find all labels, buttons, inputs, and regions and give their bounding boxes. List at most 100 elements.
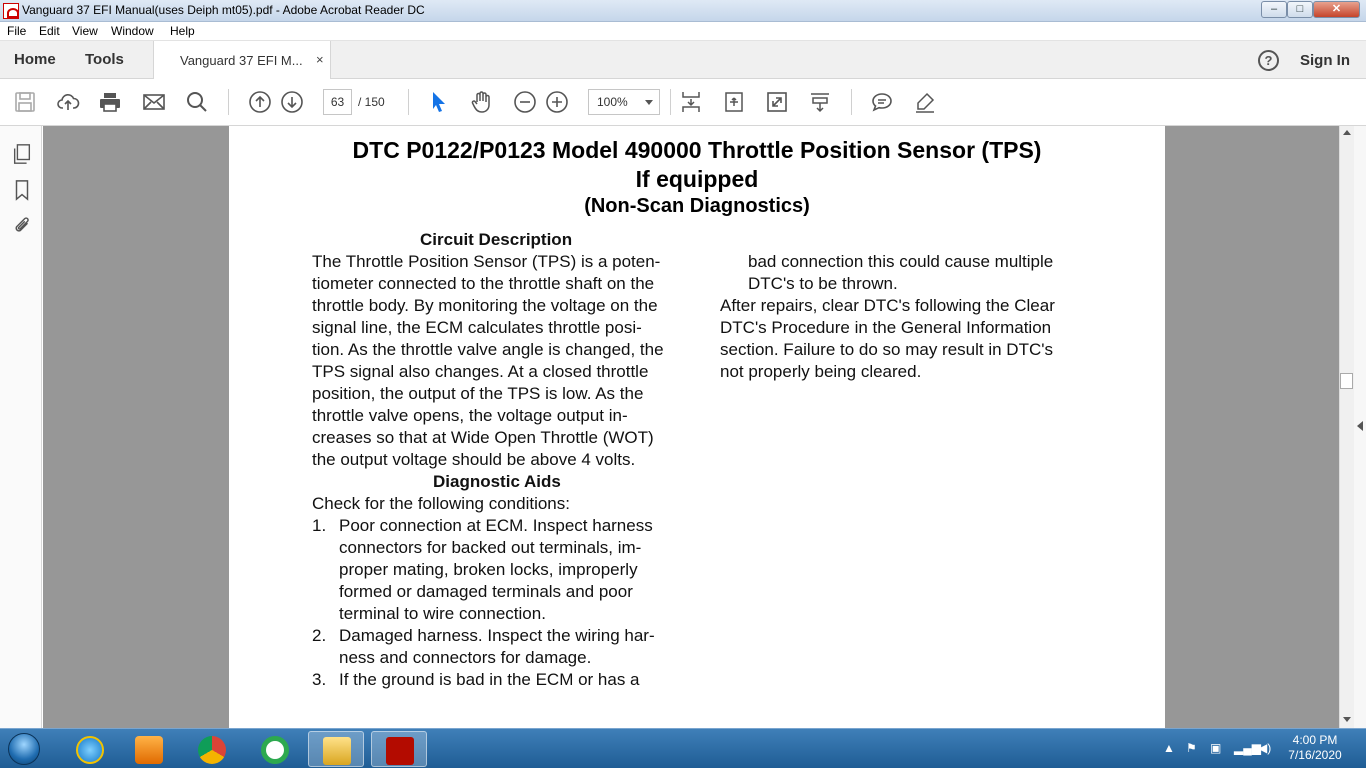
tab-tools[interactable]: Tools — [85, 51, 124, 68]
text-line: DTC's Procedure in the General Informati… — [720, 318, 1052, 337]
show-hidden-icons-icon[interactable]: ▲ — [1163, 741, 1175, 755]
title-bar: Vanguard 37 EFI Manual(uses Deiph mt05).… — [0, 0, 1366, 22]
zoom-out-icon[interactable] — [513, 90, 537, 114]
close-window-button[interactable]: ✕ — [1313, 1, 1360, 18]
right-pane-toggle[interactable] — [1354, 126, 1366, 728]
vertical-scrollbar[interactable] — [1339, 126, 1354, 728]
window-title: Vanguard 37 EFI Manual(uses Deiph mt05).… — [22, 3, 425, 17]
text-line: the output voltage should be above 4 vol… — [312, 450, 636, 469]
section-heading: Diagnostic Aids — [433, 472, 561, 491]
close-tab-icon[interactable]: × — [316, 52, 324, 67]
select-cursor-icon[interactable] — [427, 90, 451, 114]
list-item-line: If the ground is bad in the ECM or has a — [339, 670, 640, 689]
scroll-mode-icon[interactable] — [808, 90, 832, 114]
scroll-down-icon[interactable] — [1343, 717, 1351, 722]
hand-tool-icon[interactable] — [470, 90, 494, 114]
text-line: The Throttle Position Sensor (TPS) is a … — [312, 252, 661, 271]
attachments-icon[interactable] — [11, 215, 33, 237]
page-subtitle-2: (Non-Scan Diagnostics) — [584, 195, 810, 217]
text-line: TPS signal also changes. At a closed thr… — [312, 362, 649, 381]
fit-page-icon[interactable] — [679, 90, 703, 114]
list-number: 1. — [312, 516, 327, 535]
menu-file[interactable]: File — [7, 24, 26, 38]
bookmarks-icon[interactable] — [11, 179, 33, 201]
clock-time: 4:00 PM — [1292, 733, 1338, 747]
list-item-line: Poor connection at ECM. Inspect harness — [339, 516, 653, 535]
chat-app-icon — [261, 736, 289, 764]
acrobat-icon — [3, 3, 19, 19]
document-tab-label: Vanguard 37 EFI M... — [180, 53, 303, 68]
text-line: Check for the following conditions: — [312, 494, 570, 513]
list-item-line: proper mating, broken locks, improperly — [339, 560, 638, 579]
maximize-button[interactable]: □ — [1287, 1, 1313, 18]
list-number: 3. — [312, 670, 327, 689]
toolbar: 63 / 150 100% — [0, 79, 1366, 126]
taskbar-messenger[interactable] — [247, 731, 303, 767]
zoom-in-icon[interactable] — [545, 90, 569, 114]
list-number: 2. — [312, 626, 327, 645]
network-signal-icon[interactable]: ▂▄▆ — [1234, 741, 1261, 755]
menu-window[interactable]: Window — [111, 24, 154, 38]
tab-home[interactable]: Home — [14, 51, 56, 68]
save-icon[interactable] — [13, 90, 37, 114]
upload-cloud-icon[interactable] — [56, 90, 80, 114]
chrome-icon — [198, 736, 226, 764]
next-page-icon[interactable] — [280, 90, 304, 114]
menu-view[interactable]: View — [72, 24, 98, 38]
text-line: throttle valve opens, the voltage output… — [312, 406, 628, 425]
text-line: position, the output of the TPS is low. … — [312, 384, 644, 403]
taskbar-clock[interactable]: 4:00 PM 7/16/2020 — [1280, 733, 1350, 763]
text-line: section. Failure to do so may result in … — [720, 340, 1053, 359]
start-button[interactable] — [4, 730, 44, 768]
device-icon[interactable]: ▣ — [1210, 741, 1221, 755]
email-icon[interactable] — [142, 90, 166, 114]
list-item-line: terminal to wire connection. — [339, 604, 546, 623]
volume-icon[interactable]: ◀) — [1258, 741, 1271, 755]
scrollbar-thumb[interactable] — [1340, 373, 1353, 389]
list-item-line: formed or damaged terminals and poor — [339, 582, 633, 601]
expand-right-pane-icon[interactable] — [1357, 421, 1363, 431]
print-icon[interactable] — [98, 90, 122, 114]
text-line: tiometer connected to the throttle shaft… — [312, 274, 655, 293]
zoom-select[interactable]: 100% — [588, 89, 660, 115]
taskbar-internet-explorer[interactable] — [62, 731, 118, 767]
media-player-icon — [135, 736, 163, 764]
menu-help[interactable]: Help — [170, 24, 195, 38]
minimize-button[interactable]: – — [1261, 1, 1287, 18]
action-center-icon[interactable]: ⚑ — [1186, 741, 1197, 755]
tab-bar: Home Tools Vanguard 37 EFI M... × ? Sign… — [0, 41, 1366, 79]
list-item-line: DTC's to be thrown. — [748, 274, 898, 293]
acrobat-reader-icon — [386, 737, 414, 765]
text-line: not properly being cleared. — [720, 362, 922, 381]
previous-page-icon[interactable] — [248, 90, 272, 114]
left-navigation-pane — [0, 126, 53, 728]
scroll-up-icon[interactable] — [1343, 130, 1351, 135]
windows-logo-icon — [8, 733, 40, 765]
help-icon[interactable]: ? — [1258, 50, 1279, 71]
highlight-pen-icon[interactable] — [913, 90, 937, 114]
text-line: signal line, the ECM calculates throttle… — [312, 318, 642, 337]
text-line: creases so that at Wide Open Throttle (W… — [312, 428, 654, 447]
page-thumbnails-icon[interactable] — [11, 143, 33, 165]
list-item-line: bad connection this could cause multiple — [748, 252, 1054, 271]
sign-in-link[interactable]: Sign In — [1300, 52, 1350, 69]
taskbar-chrome[interactable] — [184, 731, 240, 767]
search-icon[interactable] — [185, 90, 209, 114]
taskbar-acrobat[interactable] — [371, 731, 427, 767]
page-title: DTC P0122/P0123 Model 490000 Throttle Po… — [352, 137, 1042, 163]
taskbar-media-player[interactable] — [121, 731, 177, 767]
page-subtitle: If equipped — [635, 166, 759, 192]
page-total: / 150 — [358, 95, 385, 109]
taskbar-file-explorer[interactable] — [308, 731, 364, 767]
page-number-input[interactable]: 63 — [323, 89, 352, 115]
full-screen-icon[interactable] — [765, 90, 789, 114]
menu-edit[interactable]: Edit — [39, 24, 60, 38]
tab-document[interactable]: Vanguard 37 EFI M... × — [153, 41, 331, 79]
text-line: After repairs, clear DTC's following the… — [720, 296, 1055, 315]
comment-icon[interactable] — [870, 90, 894, 114]
list-item-line: ness and connectors for damage. — [339, 648, 592, 667]
rotate-view-icon[interactable] — [722, 90, 746, 114]
internet-explorer-icon — [76, 736, 104, 764]
pdf-page: DTC P0122/P0123 Model 490000 Throttle Po… — [229, 126, 1165, 728]
section-heading: Circuit Description — [420, 230, 573, 249]
